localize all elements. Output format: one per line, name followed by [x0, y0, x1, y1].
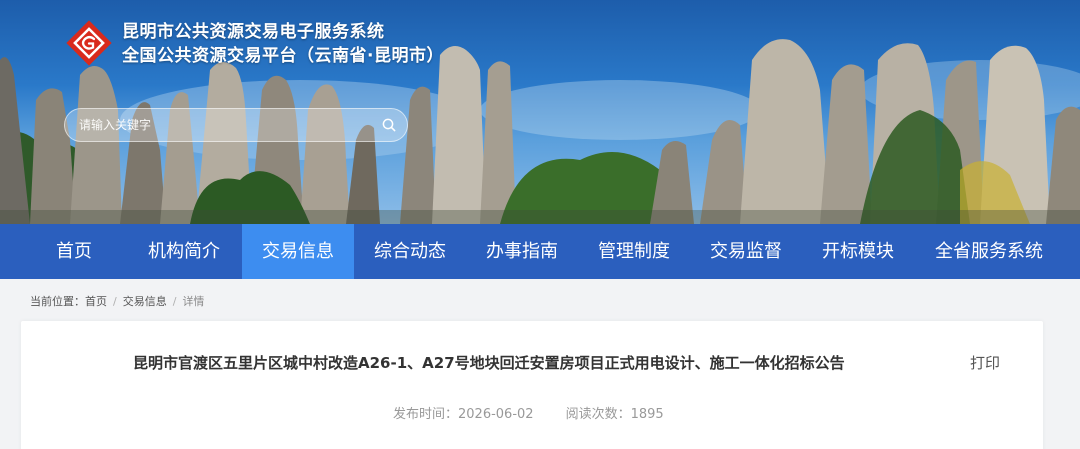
- article-meta: 发布时间：2026-06-02 阅读次数：1895: [393, 403, 664, 422]
- breadcrumb-trade-info[interactable]: 交易信息: [123, 295, 167, 308]
- article-title: 昆明市官渡区五里片区城中村改造A26-1、A27号地块回迁安置房项目正式用电设计…: [133, 354, 845, 372]
- main-nav: 首页 机构简介 交易信息 综合动态 办事指南 管理制度 交易监督 开标模块 全省…: [0, 224, 1080, 279]
- site-title-secondary: 全国公共资源交易平台（云南省·昆明市）: [122, 46, 444, 66]
- print-button[interactable]: 打印: [970, 352, 1000, 373]
- diamond-g-logo-icon: [66, 20, 112, 66]
- nav-guide[interactable]: 办事指南: [466, 224, 578, 279]
- search-icon[interactable]: [381, 117, 397, 133]
- site-title-primary: 昆明市公共资源交易电子服务系统: [122, 22, 385, 42]
- breadcrumb: 当前位置：首页 / 交易信息 / 详情: [30, 293, 204, 309]
- publish-time: 发布时间：2026-06-02: [393, 407, 534, 422]
- article-card: 昆明市官渡区五里片区城中村改造A26-1、A27号地块回迁安置房项目正式用电设计…: [21, 321, 1043, 449]
- search-input[interactable]: [79, 109, 379, 141]
- nav-trade-info[interactable]: 交易信息: [242, 224, 354, 279]
- nav-regulations[interactable]: 管理制度: [578, 224, 690, 279]
- nav-bid-opening[interactable]: 开标模块: [802, 224, 914, 279]
- breadcrumb-separator: /: [113, 295, 117, 308]
- site-title-block: 昆明市公共资源交易电子服务系统 全国公共资源交易平台（云南省·昆明市）: [122, 20, 444, 68]
- nav-province-system[interactable]: 全省服务系统: [914, 224, 1064, 279]
- nav-news[interactable]: 综合动态: [354, 224, 466, 279]
- view-count: 阅读次数：1895: [565, 407, 664, 422]
- breadcrumb-home[interactable]: 首页: [85, 295, 107, 308]
- nav-about[interactable]: 机构简介: [126, 224, 242, 279]
- breadcrumb-current: 详情: [182, 295, 205, 308]
- nav-supervision[interactable]: 交易监督: [690, 224, 802, 279]
- nav-home[interactable]: 首页: [22, 224, 126, 279]
- header-banner: 昆明市公共资源交易电子服务系统 全国公共资源交易平台（云南省·昆明市）: [0, 0, 1080, 224]
- breadcrumb-prefix: 当前位置：: [30, 295, 85, 308]
- search-box: [64, 108, 408, 142]
- breadcrumb-separator: /: [172, 295, 177, 308]
